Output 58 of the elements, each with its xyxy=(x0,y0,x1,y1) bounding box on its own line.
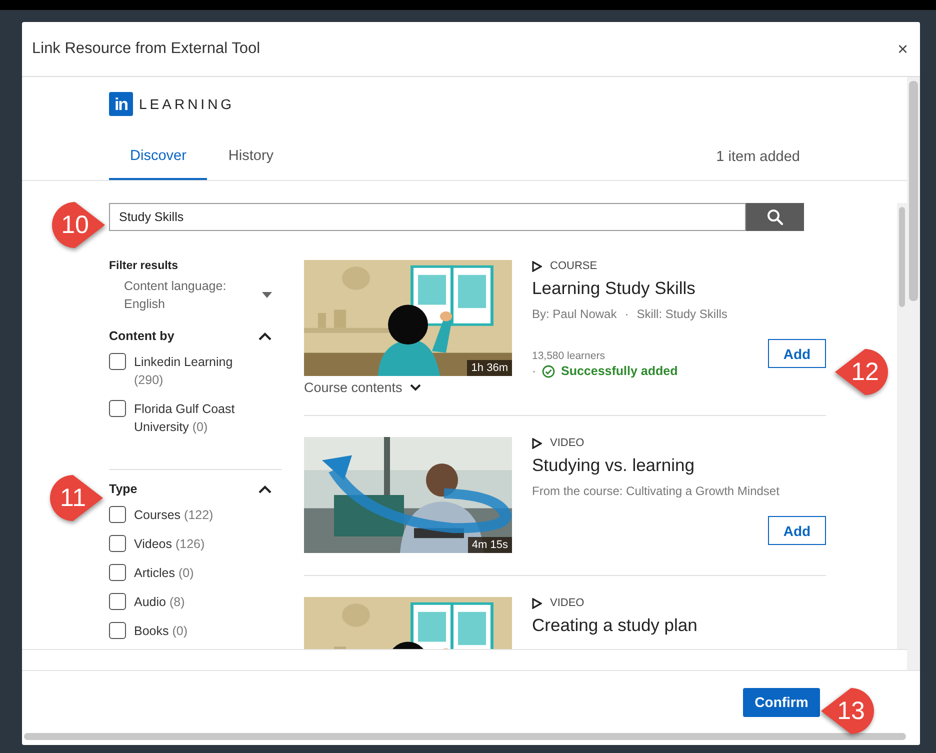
filter-option-label: Florida Gulf Coast University (0) xyxy=(134,401,236,436)
duration-label: 1h 36m xyxy=(467,360,512,376)
chevron-icon[interactable] xyxy=(258,484,272,494)
search-icon xyxy=(767,209,783,225)
play-icon xyxy=(532,598,542,608)
play-icon xyxy=(532,260,542,272)
scrollbar[interactable] xyxy=(897,203,907,649)
confirm-button[interactable]: Confirm xyxy=(743,688,820,716)
tab[interactable]: Discover xyxy=(109,117,208,180)
content-type: VIDEO xyxy=(550,437,584,449)
filter-option-label: Videos (126) xyxy=(134,536,206,553)
logo-text: LEARNING xyxy=(139,96,235,112)
filter-group-title: Type xyxy=(109,482,138,496)
scrollbar[interactable] xyxy=(907,77,920,670)
logo-mark: in xyxy=(109,92,133,116)
caret-icon xyxy=(262,292,272,298)
filter-option-label: Audio (8) xyxy=(134,594,186,611)
add-button[interactable]: Add xyxy=(768,516,826,545)
added-count: 1 item added xyxy=(716,148,800,164)
status-text: Successfully added xyxy=(561,364,678,378)
scrollbar[interactable] xyxy=(24,733,906,740)
duration-label: 4m 15s xyxy=(468,537,512,553)
filter-option-label: Linkedin Learning (290) xyxy=(134,354,234,389)
filter-option-label: Articles (0) xyxy=(134,565,195,582)
checkbox[interactable] xyxy=(109,593,126,610)
checkbox[interactable] xyxy=(109,506,126,523)
checkbox[interactable] xyxy=(109,535,126,552)
add-button[interactable]: Add xyxy=(768,339,826,368)
play-icon xyxy=(532,438,542,448)
filter-group-title: Content by xyxy=(109,329,174,343)
learner-count: 13,580 learners xyxy=(532,350,606,362)
result-title[interactable]: Creating a study plan xyxy=(532,615,826,636)
checkbox[interactable] xyxy=(109,622,126,639)
separator-dot: · xyxy=(624,307,629,321)
chevron-icon xyxy=(410,384,422,391)
content-type: VIDEO xyxy=(550,597,584,609)
filter-option-label: Courses (122) xyxy=(134,507,214,524)
course-contents-toggle[interactable]: Course contents xyxy=(304,376,422,395)
window-title: Link Resource from External Tool xyxy=(32,40,260,58)
tab[interactable]: History xyxy=(207,117,295,180)
result-title[interactable]: Studying vs. learning xyxy=(532,455,826,476)
result-title[interactable]: Learning Study Skills xyxy=(532,278,826,299)
result-meta: Skill: Study Skills xyxy=(636,307,728,321)
checkbox[interactable] xyxy=(109,564,126,581)
close-button[interactable]: × xyxy=(895,38,910,60)
check-circle-icon xyxy=(542,364,555,378)
chevron-icon[interactable] xyxy=(258,332,272,340)
content-type: COURSE xyxy=(550,260,598,272)
checkbox[interactable] xyxy=(109,400,126,417)
result-meta: By: Paul Nowak xyxy=(532,307,617,321)
search-field[interactable]: Study Skills xyxy=(109,203,746,231)
separator-dot: · xyxy=(532,364,536,378)
language-select[interactable]: Content language: English xyxy=(109,272,282,313)
result-meta: From the course: Cultivating a Growth Mindset xyxy=(532,484,780,498)
filter-heading: Filter results xyxy=(109,260,180,272)
checkbox[interactable] xyxy=(109,353,126,370)
filter-option-label: Books (0) xyxy=(134,623,188,640)
search-button[interactable] xyxy=(746,203,804,231)
